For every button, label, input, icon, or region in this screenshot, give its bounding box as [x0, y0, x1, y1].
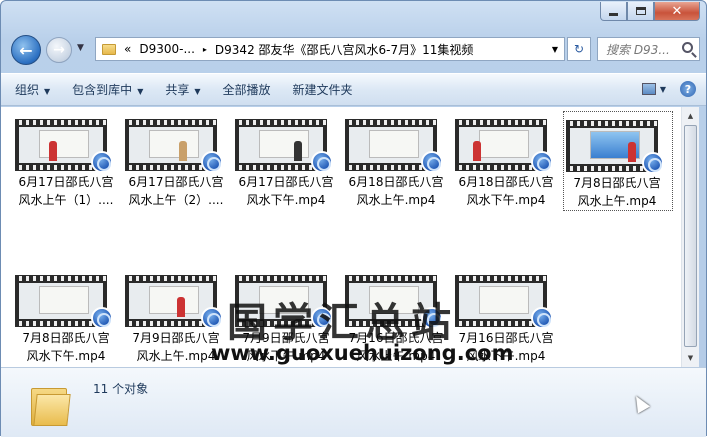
file-name-line1: 6月17日邵氏八宫 [18, 175, 114, 189]
recent-pages-dropdown-icon[interactable]: ▼ [77, 43, 84, 53]
navigation-bar: ← → ▼ « D9300-... ▸ D9342 邵友华《邵氏八宫风水6-7月… [1, 29, 706, 69]
search-icon[interactable] [682, 42, 693, 53]
breadcrumb-overflow[interactable]: « [124, 42, 131, 56]
file-name-line2: 风水上午.mp4 [577, 194, 657, 208]
organize-menu[interactable]: 组织 ▼ [15, 81, 50, 98]
minimize-icon [609, 12, 618, 16]
dropdown-arrow-icon: ▼ [44, 87, 51, 96]
maximize-icon [635, 7, 646, 15]
change-view-icon[interactable] [641, 83, 656, 95]
organize-label: 组织 [15, 83, 40, 97]
maximize-button[interactable] [627, 2, 654, 21]
vertical-scrollbar[interactable]: ▲ ▼ [681, 107, 699, 367]
media-player-icon [531, 151, 553, 173]
media-player-icon [201, 151, 223, 173]
file-name-line2: 风水上午（1）.... [18, 193, 114, 207]
scroll-down-icon[interactable]: ▼ [683, 350, 698, 366]
help-icon[interactable]: ? [680, 81, 696, 97]
include-in-library-menu[interactable]: 包含到库中 ▼ [72, 81, 143, 98]
scroll-up-icon[interactable]: ▲ [683, 108, 698, 124]
forward-button[interactable]: → [46, 37, 72, 63]
file-item[interactable]: 6月17日邵氏八宫 风水上午（2）.... [123, 111, 233, 211]
folder-icon [102, 43, 116, 55]
watermark-title: 国学汇总站 [227, 299, 457, 346]
refresh-button[interactable]: ↻ [567, 37, 591, 61]
file-name-line2: 风水上午.mp4 [356, 193, 436, 207]
media-player-icon [91, 151, 113, 173]
file-item[interactable]: 6月18日邵氏八宫 风水下午.mp4 [453, 111, 563, 211]
view-controls: ▼ ? [641, 81, 696, 97]
refresh-icon: ↻ [573, 42, 585, 56]
file-item[interactable]: 7月8日邵氏八宫 风水下午.mp4 [13, 267, 123, 367]
file-name-line1: 6月17日邵氏八宫 [128, 175, 224, 189]
address-bar[interactable]: « D9300-... ▸ D9342 邵友华《邵氏八宫风水6-7月》11集视频… [95, 37, 565, 61]
close-icon: ✕ [671, 3, 683, 19]
caption-buttons: ✕ [600, 2, 700, 22]
media-player-icon [421, 151, 443, 173]
file-name-line1: 7月8日邵氏八宫 [573, 176, 661, 190]
media-player-icon [531, 307, 553, 329]
minimize-button[interactable] [600, 2, 627, 21]
new-folder-button[interactable]: 新建文件夹 [293, 81, 353, 98]
command-bar: 组织 ▼ 包含到库中 ▼ 共享 ▼ 全部播放 新建文件夹 ▼ ? [1, 73, 706, 106]
dropdown-arrow-icon: ▼ [194, 87, 201, 96]
file-name-line2: 风水下午.mp4 [246, 193, 326, 207]
back-arrow-icon: ← [19, 40, 33, 60]
play-all-button[interactable]: 全部播放 [223, 81, 271, 98]
file-item[interactable]: 6月17日邵氏八宫 风水下午.mp4 [233, 111, 343, 211]
watermark-url: www.guoxuehuizong.com [211, 341, 514, 365]
forward-arrow-icon: → [53, 42, 65, 58]
breadcrumb-parent[interactable]: D9300-... [139, 42, 195, 56]
file-name-line1: 6月18日邵氏八宫 [458, 175, 554, 189]
media-player-icon [201, 307, 223, 329]
item-count: 11 个对象 [93, 382, 149, 396]
details-pane: 11 个对象 [1, 367, 706, 437]
share-menu[interactable]: 共享 ▼ [165, 81, 200, 98]
share-label: 共享 [165, 83, 190, 97]
scrollbar-thumb[interactable] [684, 125, 697, 347]
media-player-icon [91, 307, 113, 329]
file-name-line1: 6月18日邵氏八宫 [348, 175, 444, 189]
file-list: 6月17日邵氏八宫 风水上午（1）.... 6月17日邵氏八宫 风水上午（2）...… [1, 107, 681, 367]
back-button[interactable]: ← [11, 35, 41, 65]
file-name-line2: 风水下午.mp4 [26, 349, 106, 363]
dropdown-arrow-icon: ▼ [137, 87, 144, 96]
file-item-selected[interactable]: 7月8日邵氏八宫 风水上午.mp4 [563, 111, 673, 211]
folder-icon [31, 384, 71, 426]
include-in-library-label: 包含到库中 [72, 83, 133, 97]
view-dropdown-icon[interactable]: ▼ [660, 85, 666, 94]
search-input[interactable]: 搜索 D93... [597, 37, 700, 61]
file-name-line1: 7月8日邵氏八宫 [22, 331, 110, 345]
breadcrumb-current[interactable]: D9342 邵友华《邵氏八宫风水6-7月》11集视频 [215, 41, 473, 58]
media-player-icon [311, 151, 333, 173]
file-item[interactable]: 6月18日邵氏八宫 风水上午.mp4 [343, 111, 453, 211]
address-dropdown-icon[interactable]: ▼ [552, 45, 558, 54]
file-name-line2: 风水下午.mp4 [466, 193, 546, 207]
media-player-icon [642, 152, 664, 174]
explorer-window: ✕ ← → ▼ « D9300-... ▸ D9342 邵友华《邵氏八宫风水6-… [0, 0, 707, 437]
search-placeholder: 搜索 D93... [606, 42, 670, 57]
file-item[interactable]: 6月17日邵氏八宫 风水上午（1）.... [13, 111, 123, 211]
close-button[interactable]: ✕ [654, 2, 700, 21]
breadcrumb-separator-icon[interactable]: ▸ [203, 45, 207, 54]
file-name-line2: 风水上午（2）.... [128, 193, 224, 207]
file-name-line1: 6月17日邵氏八宫 [238, 175, 334, 189]
